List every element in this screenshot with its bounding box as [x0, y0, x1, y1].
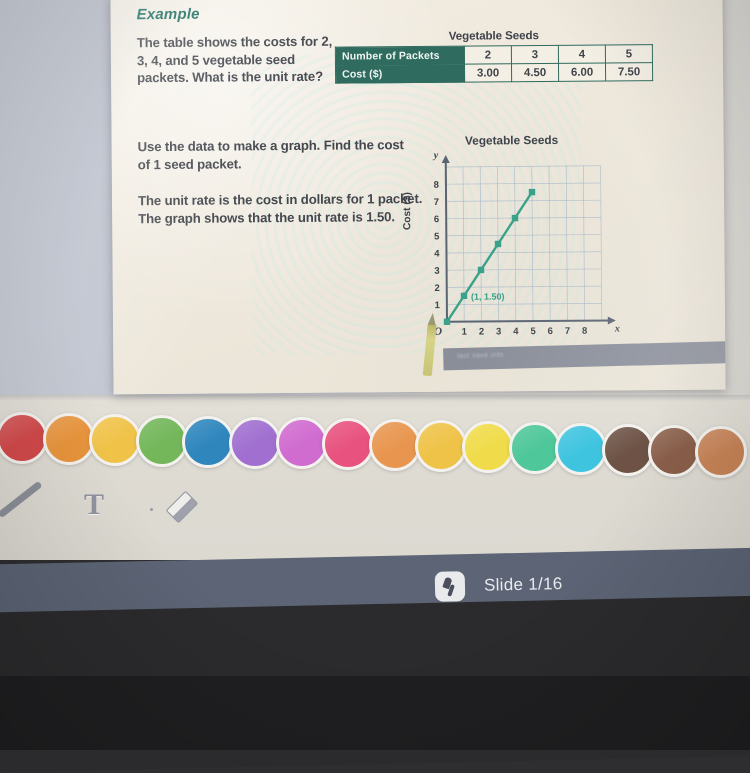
svg-text:7: 7: [565, 326, 570, 337]
svg-text:6: 6: [434, 214, 439, 225]
color-swatch-lemon[interactable]: [462, 421, 514, 473]
svg-text:4: 4: [434, 249, 440, 260]
color-swatch-gold[interactable]: [415, 420, 468, 473]
vegetable-seeds-table: Number of Packets 2 3 4 5 Cost ($) 3.00 …: [335, 44, 653, 84]
table-title: Vegetable Seeds: [448, 29, 539, 43]
color-swatch-light-orange[interactable]: [368, 419, 421, 472]
line-graph: Vegetable Seeds 1 2 3 4 5 6 7 8 1 2 3 4 5 6 7 8 Ox y (1, 1…: [402, 132, 644, 374]
separator-dot-icon: [150, 508, 153, 511]
table-cell: 7.50: [605, 62, 653, 82]
svg-text:(1, 1.50): (1, 1.50): [471, 292, 505, 302]
svg-text:8: 8: [434, 180, 439, 191]
table-cell: 3.00: [464, 63, 512, 83]
color-swatch-tan[interactable]: [695, 425, 747, 478]
text-tool-button[interactable]: T: [84, 488, 104, 522]
svg-text:x: x: [614, 323, 620, 334]
color-swatch-green[interactable]: [135, 414, 188, 467]
y-axis-label: Cost ($): [401, 192, 414, 231]
svg-text:5: 5: [434, 231, 440, 242]
color-swatch-red[interactable]: [0, 412, 48, 464]
svg-text:3: 3: [496, 326, 501, 337]
slide-footer-text: last save info: [457, 351, 504, 361]
slide-card[interactable]: Example The table shows the costs for 2,…: [110, 0, 726, 395]
table-cell: 3: [511, 45, 559, 64]
data-table-wrapper: Vegetable Seeds Number of Packets 2 3 4 …: [335, 28, 653, 84]
svg-text:1: 1: [462, 327, 468, 338]
color-palette[interactable]: [0, 406, 750, 484]
paragraph-question: The table shows the costs for 2, 3, 4, a…: [136, 33, 333, 86]
color-swatch-yellow[interactable]: [89, 413, 142, 466]
svg-text:7: 7: [434, 197, 439, 208]
color-swatch-brown[interactable]: [648, 424, 701, 477]
graph-title: Vegetable Seeds: [464, 132, 559, 148]
example-heading: Example: [136, 5, 200, 24]
paintbrush-icon[interactable]: [434, 571, 466, 602]
color-swatch-magenta[interactable]: [275, 417, 328, 470]
color-swatch-pink[interactable]: [322, 418, 375, 471]
svg-text:6: 6: [548, 326, 553, 337]
color-swatch-mint[interactable]: [508, 421, 561, 474]
table-cell: 4: [558, 45, 606, 64]
table-header-packets: Number of Packets: [335, 46, 465, 66]
table-cell: 2: [464, 45, 512, 65]
color-swatch-blue[interactable]: [182, 415, 235, 468]
table-cell: 6.00: [558, 63, 606, 82]
table-cell: 5: [605, 44, 653, 64]
paragraph-answer: The unit rate is the cost in dollars for…: [137, 190, 423, 226]
slide-counter: Slide 1/16: [483, 574, 563, 595]
color-swatch-dark-brown[interactable]: [601, 423, 654, 476]
graph-plot-svg: 1 2 3 4 5 6 7 812345678O xy(1, 1.50): [433, 150, 620, 338]
svg-text:2: 2: [434, 283, 439, 294]
tool-row[interactable]: T: [0, 480, 750, 544]
table-cell: 4.50: [511, 63, 559, 82]
color-swatch-purple[interactable]: [229, 416, 281, 469]
svg-text:1: 1: [435, 300, 441, 311]
svg-text:5: 5: [530, 326, 536, 337]
table-header-cost: Cost ($): [335, 64, 465, 84]
svg-text:y: y: [433, 150, 439, 161]
svg-text:4: 4: [513, 326, 519, 337]
color-swatch-cyan[interactable]: [555, 422, 608, 475]
table-row-costs: Cost ($) 3.00 4.50 6.00 7.50: [335, 62, 653, 84]
svg-text:3: 3: [434, 266, 439, 277]
svg-text:8: 8: [582, 326, 587, 337]
svg-text:2: 2: [479, 326, 484, 337]
desk-surface: [0, 676, 750, 750]
paragraph-instruction: Use the data to make a graph. Find the c…: [137, 137, 404, 172]
eraser-tool-button[interactable]: [165, 490, 199, 524]
screenshot-root: Example The table shows the costs for 2,…: [0, 0, 750, 773]
color-swatch-orange[interactable]: [42, 412, 95, 465]
